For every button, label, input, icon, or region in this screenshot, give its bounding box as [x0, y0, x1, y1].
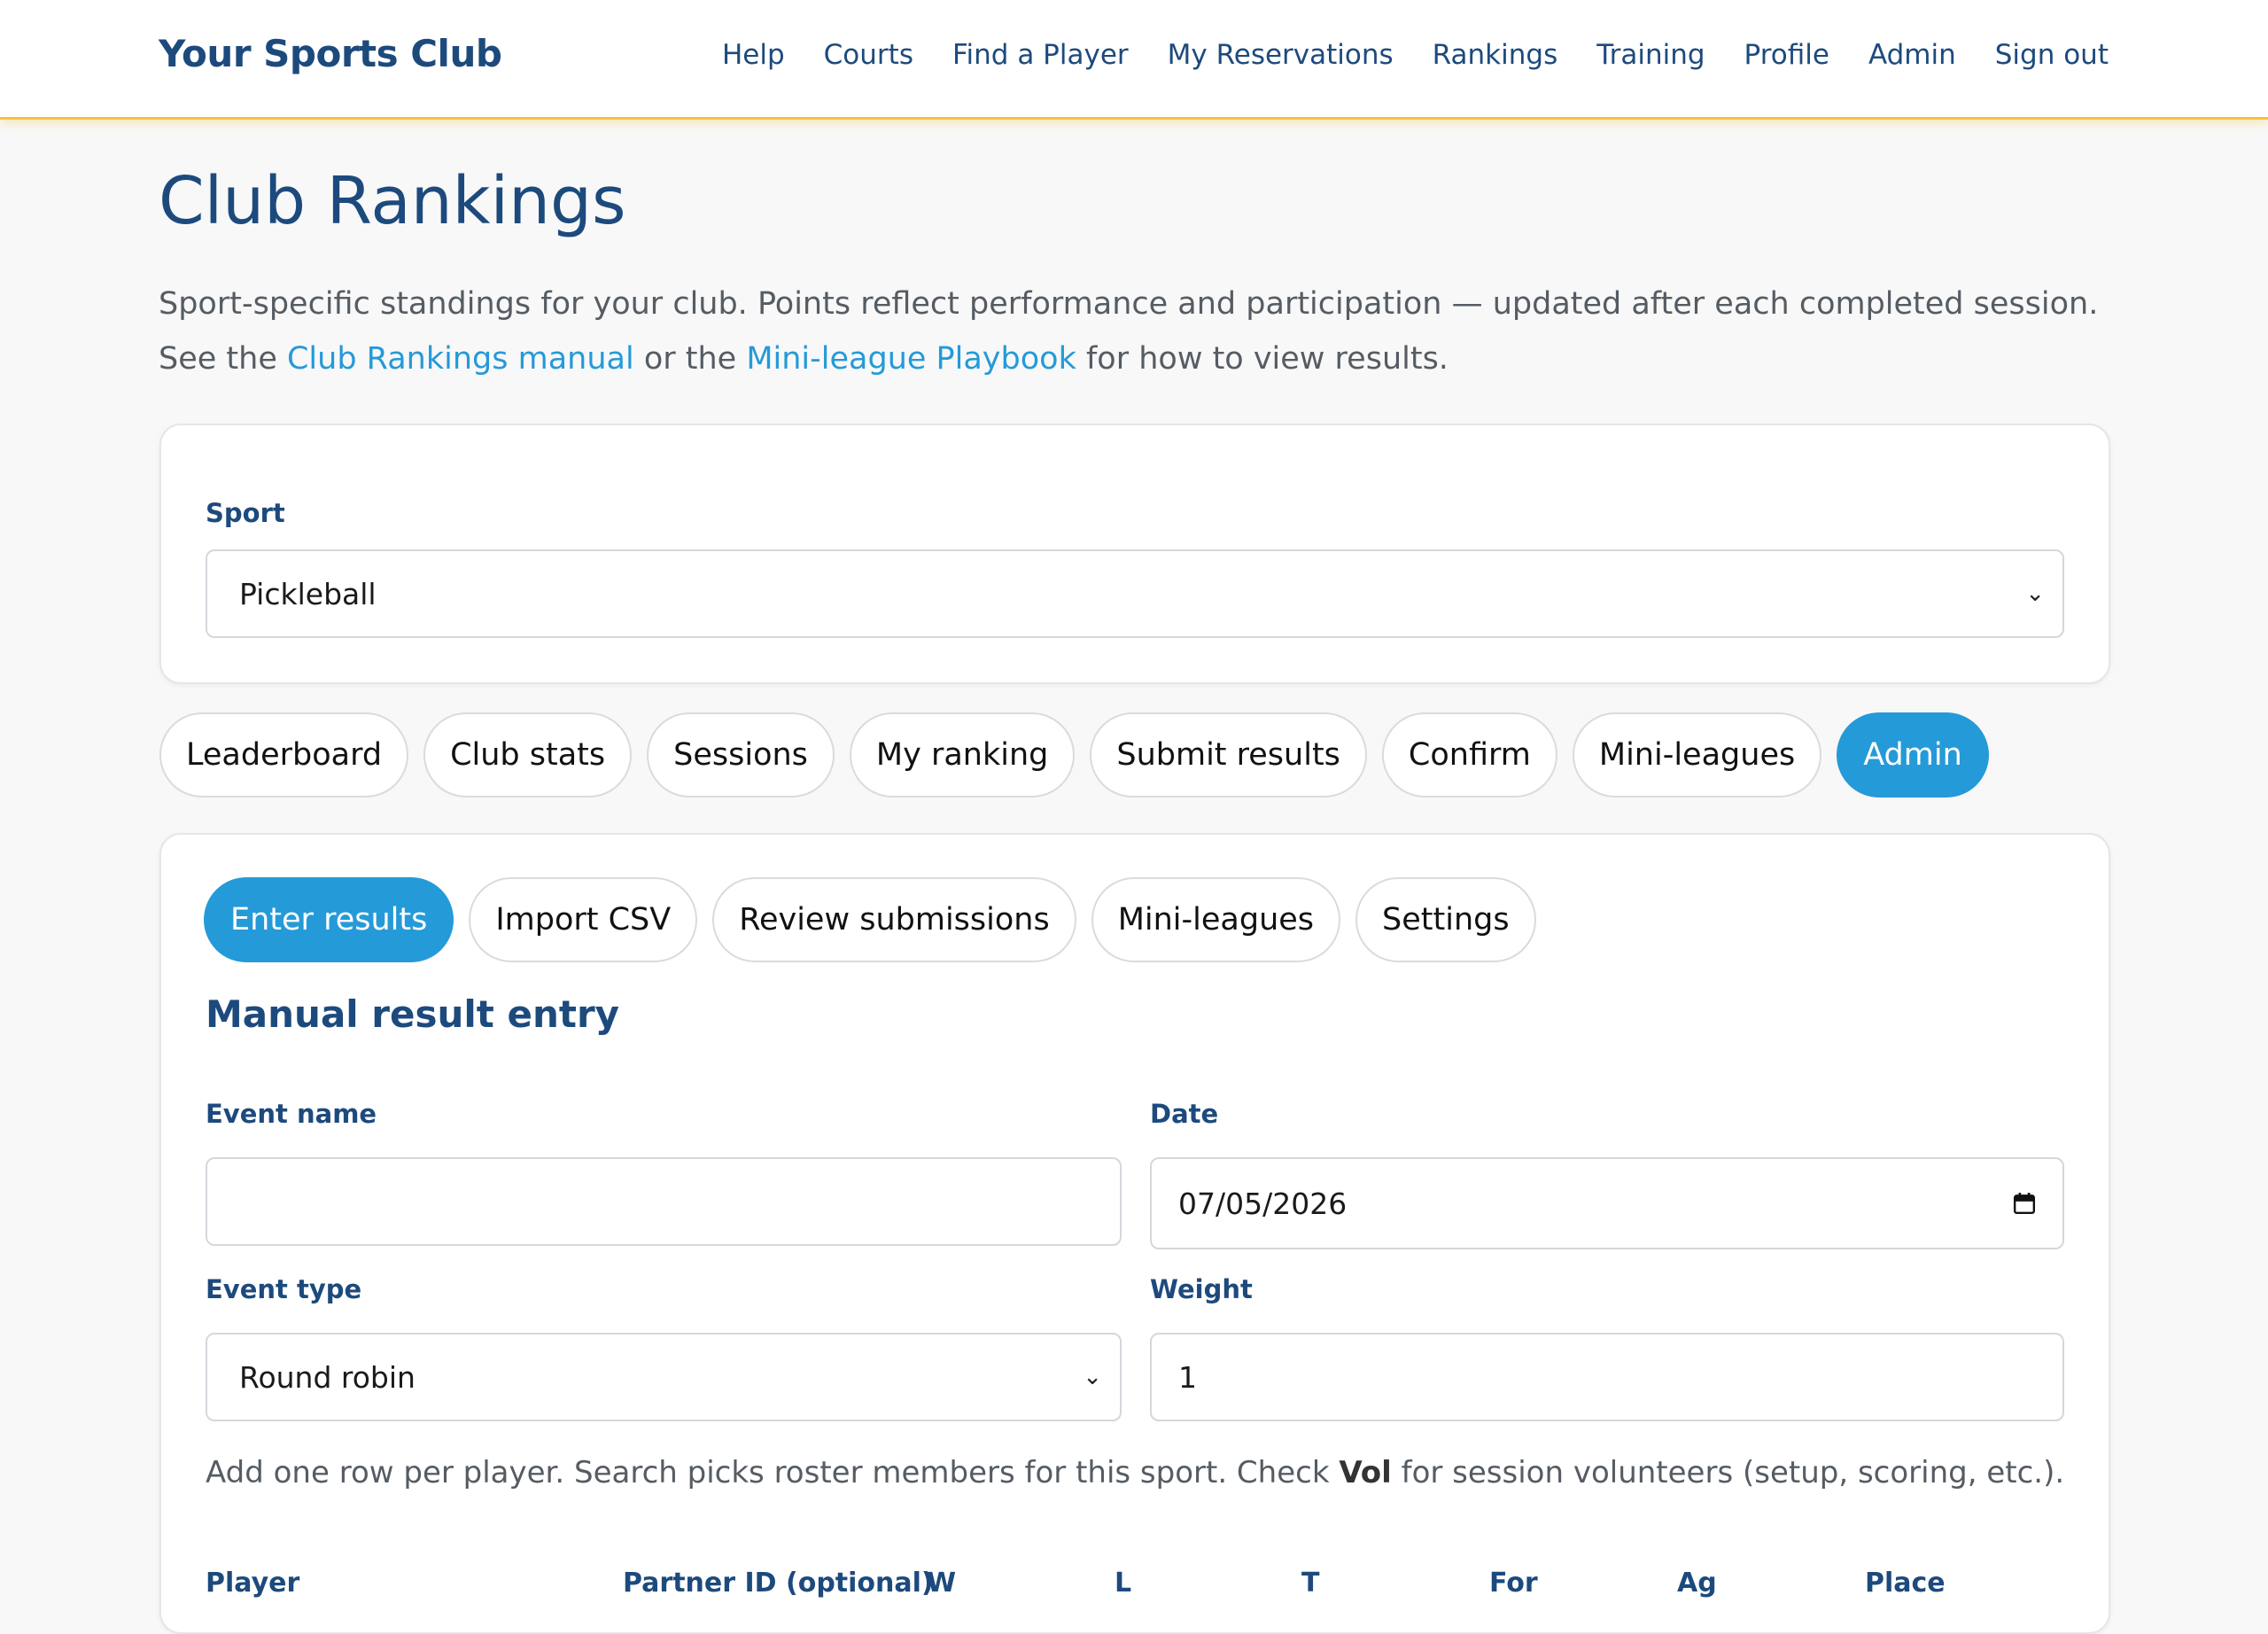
- subtab-settings[interactable]: Settings: [1355, 877, 1536, 962]
- chevron-down-icon: ⌄: [1083, 1364, 1102, 1390]
- tab-club-stats[interactable]: Club stats: [423, 712, 633, 798]
- nav-admin[interactable]: Admin: [1868, 39, 1956, 71]
- tab-confirm[interactable]: Confirm: [1381, 712, 1557, 798]
- column-header-player: Player: [206, 1568, 300, 1599]
- column-header-for: For: [1489, 1568, 1538, 1599]
- calendar-icon[interactable]: [2013, 1192, 2036, 1215]
- club-rankings-manual-link[interactable]: Club Rankings manual: [287, 341, 634, 377]
- weight-label: Weight: [1150, 1274, 1253, 1304]
- sport-label: Sport: [206, 498, 285, 528]
- subtab-review-submissions[interactable]: Review submissions: [712, 877, 1076, 962]
- tab-admin[interactable]: Admin: [1837, 712, 1989, 798]
- nav-courts[interactable]: Courts: [824, 39, 913, 71]
- nav-training[interactable]: Training: [1596, 39, 1705, 71]
- hint-vol: Vol: [1339, 1455, 1392, 1490]
- nav-my-reservations[interactable]: My Reservations: [1168, 39, 1394, 71]
- admin-panel-card: Enter results Import CSV Review submissi…: [159, 833, 2110, 1634]
- event-type-label: Event type: [206, 1274, 362, 1304]
- column-header-w: W: [927, 1568, 957, 1599]
- subtab-enter-results[interactable]: Enter results: [204, 877, 454, 962]
- nav-help[interactable]: Help: [722, 39, 785, 71]
- date-value: 07/05/2026: [1178, 1186, 1348, 1221]
- weight-input[interactable]: 1: [1150, 1333, 2064, 1421]
- subtab-mini-leagues[interactable]: Mini-leagues: [1091, 877, 1341, 962]
- nav-profile[interactable]: Profile: [1744, 39, 1829, 71]
- main-tabs: Leaderboard Club stats Sessions My ranki…: [159, 712, 2004, 798]
- nav-rankings[interactable]: Rankings: [1433, 39, 1558, 71]
- event-name-input[interactable]: [206, 1157, 1122, 1246]
- intro-text: for how to view results.: [1076, 341, 1449, 377]
- sport-filter-card: Sport Pickleball ⌄: [159, 424, 2110, 684]
- mini-league-playbook-link[interactable]: Mini-league Playbook: [746, 341, 1076, 377]
- tab-mini-leagues[interactable]: Mini-leagues: [1572, 712, 1822, 798]
- event-type-value: Round robin: [239, 1359, 416, 1395]
- hint-text: for session volunteers (setup, scoring, …: [1391, 1455, 2065, 1490]
- intro-text: or the: [633, 341, 747, 377]
- tab-sessions[interactable]: Sessions: [647, 712, 835, 798]
- tab-my-ranking[interactable]: My ranking: [849, 712, 1076, 798]
- primary-nav: Help Courts Find a Player My Reservation…: [683, 39, 2109, 71]
- column-header-l: L: [1115, 1568, 1132, 1599]
- brand-logo[interactable]: Your Sports Club: [159, 32, 502, 75]
- nav-find-a-player[interactable]: Find a Player: [952, 39, 1129, 71]
- event-type-select[interactable]: Round robin ⌄: [206, 1333, 1122, 1421]
- chevron-down-icon: ⌄: [2025, 580, 2045, 607]
- subtab-import-csv[interactable]: Import CSV: [469, 877, 698, 962]
- column-header-place: Place: [1865, 1568, 1946, 1599]
- top-nav-bar: Your Sports Club Help Courts Find a Play…: [0, 0, 2268, 120]
- tab-submit-results[interactable]: Submit results: [1090, 712, 1367, 798]
- page-title: Club Rankings: [159, 163, 626, 239]
- date-input[interactable]: 07/05/2026: [1150, 1157, 2064, 1249]
- weight-value: 1: [1178, 1359, 1197, 1395]
- page-intro: Sport-specific standings for your club. …: [159, 276, 2108, 386]
- nav-sign-out[interactable]: Sign out: [1995, 39, 2109, 71]
- hint-text: Add one row per player. Search picks ros…: [206, 1455, 1340, 1490]
- admin-subtabs: Enter results Import CSV Review submissi…: [204, 877, 1551, 962]
- sport-select[interactable]: Pickleball ⌄: [206, 549, 2064, 638]
- section-title: Manual result entry: [206, 992, 620, 1036]
- event-name-label: Event name: [206, 1099, 377, 1129]
- tab-leaderboard[interactable]: Leaderboard: [159, 712, 409, 798]
- column-header-ag: Ag: [1677, 1568, 1717, 1599]
- date-label: Date: [1150, 1099, 1219, 1129]
- entry-hint: Add one row per player. Search picks ros…: [206, 1455, 2066, 1490]
- sport-select-value: Pickleball: [239, 576, 377, 611]
- column-header-partner-id: Partner ID (optional): [623, 1568, 934, 1599]
- column-header-t: T: [1301, 1568, 1320, 1599]
